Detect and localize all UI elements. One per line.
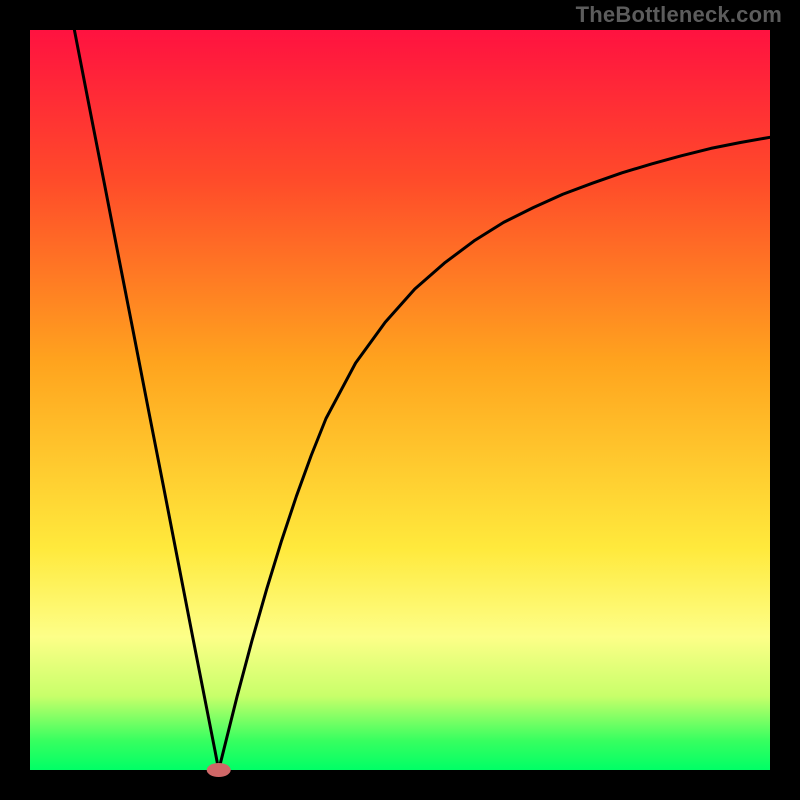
minimum-marker bbox=[207, 763, 231, 777]
chart-svg bbox=[0, 0, 800, 800]
chart-frame: TheBottleneck.com bbox=[0, 0, 800, 800]
watermark-text: TheBottleneck.com bbox=[576, 2, 782, 28]
plot-background bbox=[30, 30, 770, 770]
